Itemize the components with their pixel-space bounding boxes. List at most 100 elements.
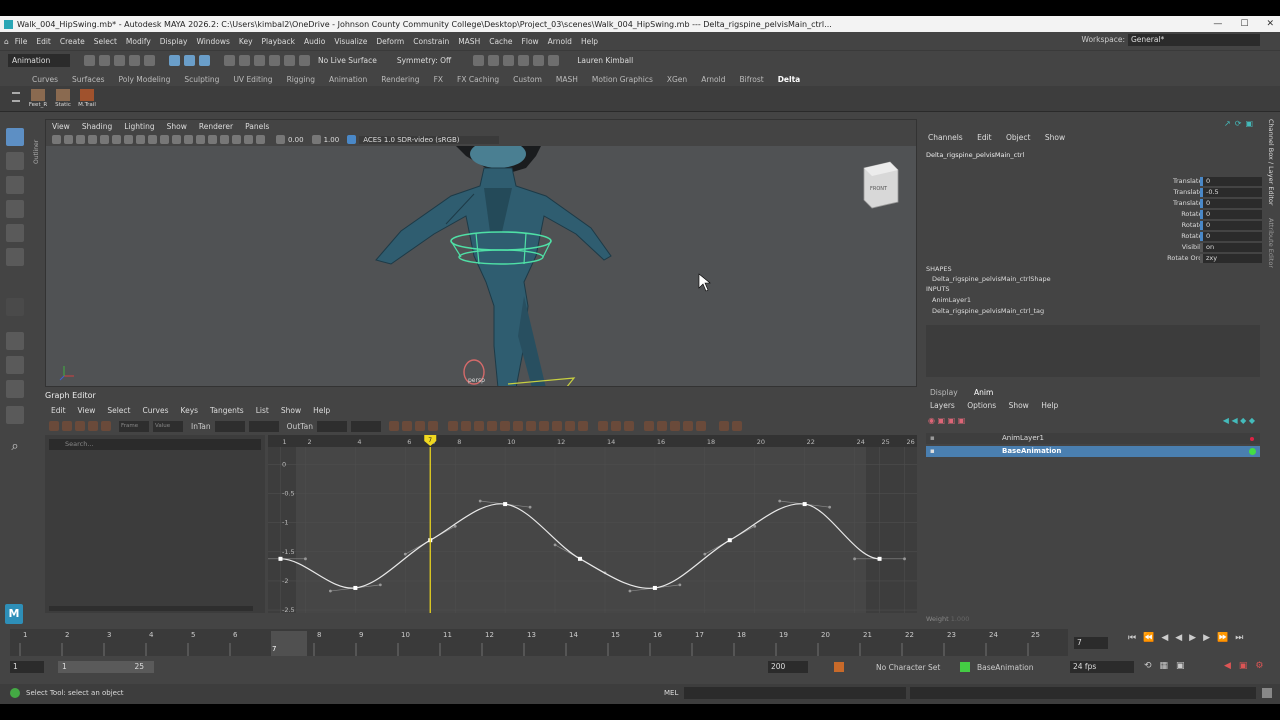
buffer-curve-icon[interactable] [597, 421, 608, 431]
select-by-object-icon[interactable] [184, 55, 195, 66]
keyframe[interactable] [727, 538, 732, 543]
shelf-tab-sculpting[interactable]: Sculpting [184, 75, 219, 84]
anim-layer-icon[interactable] [960, 662, 970, 672]
cycle-icon[interactable] [669, 421, 680, 431]
ge-menu-view[interactable]: View [78, 406, 96, 415]
step-forward-key-icon[interactable]: ⏩ [1217, 633, 1235, 643]
resolution-gate-icon[interactable] [124, 135, 133, 144]
snap-grid-icon[interactable] [224, 55, 235, 66]
input-node-animlayer[interactable]: AnimLayer1 [932, 296, 971, 304]
tangent-handle[interactable] [703, 552, 707, 556]
shelf-tab-delta[interactable]: Delta [778, 75, 801, 84]
shelf-button-feet[interactable]: Feet_R [28, 89, 48, 109]
shelf-tab-fx[interactable]: FX [434, 75, 443, 84]
vp-menu-renderer[interactable]: Renderer [199, 122, 233, 131]
menu-constrain[interactable]: Constrain [413, 37, 449, 46]
keyframe[interactable] [578, 556, 583, 561]
keyframe[interactable] [353, 585, 358, 590]
tangent-handle[interactable] [778, 499, 782, 503]
rotate-tool-icon[interactable] [6, 224, 24, 242]
outtan-field[interactable] [316, 420, 347, 432]
tangent-handle[interactable] [903, 557, 906, 561]
ge-menu-select[interactable]: Select [107, 406, 130, 415]
region-tool-icon[interactable] [88, 421, 98, 431]
outtan-weight-field[interactable] [350, 420, 381, 432]
menu-display[interactable]: Display [160, 37, 188, 46]
time-slider-track[interactable]: 1234567891011121314151617181920212223242… [10, 629, 1068, 656]
scene-end-field[interactable]: 200 [768, 661, 808, 673]
tangent-handle[interactable] [378, 583, 382, 587]
shelf-menu-icon[interactable] [12, 92, 20, 102]
move-tool-icon[interactable] [6, 200, 24, 218]
tab-attribute-editor[interactable]: Attribute Editor [1267, 218, 1275, 268]
go-to-end-icon[interactable]: ⏭ [1235, 633, 1250, 643]
menu-select[interactable]: Select [94, 37, 117, 46]
play-back-icon[interactable]: ◀ [1175, 633, 1189, 643]
shelf-tab-motion-graphics[interactable]: Motion Graphics [592, 75, 653, 84]
script-language[interactable]: MEL [664, 689, 678, 697]
camera-attributes-icon[interactable] [64, 135, 73, 144]
tangent-handle[interactable] [553, 543, 557, 547]
layer-row-animlayer1[interactable]: ▪ AnimLayer1 [926, 433, 1260, 444]
step-tangent-icon[interactable] [512, 421, 523, 431]
gamma-value[interactable]: 1.00 [324, 136, 340, 144]
graph-editor-outliner[interactable]: Search... [45, 435, 265, 613]
attr-translate-x[interactable]: Translate X0 [920, 177, 1265, 187]
script-editor-icon[interactable] [1262, 688, 1272, 698]
shelf-tab-uv-editing[interactable]: UV Editing [233, 75, 272, 84]
ge-menu-edit[interactable]: Edit [51, 406, 66, 415]
maya-logo-icon[interactable]: M [5, 604, 23, 624]
menu-modify[interactable]: Modify [126, 37, 151, 46]
le-menu-show[interactable]: Show [1009, 401, 1029, 410]
intan-weight-field[interactable] [248, 420, 279, 432]
tab-display[interactable]: Display [930, 388, 958, 397]
lock-tangent-weight-icon[interactable] [577, 421, 588, 431]
symmetry-dropdown[interactable]: Symmetry: Off [393, 54, 455, 67]
input-node-tag[interactable]: Delta_rigspine_pelvisMain_ctrl_tag [932, 307, 1044, 315]
tangent-handle[interactable] [403, 552, 407, 556]
xray-icon[interactable] [244, 135, 253, 144]
cb-menu-object[interactable]: Object [1006, 133, 1030, 142]
layer-row-baseanimation[interactable]: ▪ BaseAnimation [926, 446, 1260, 457]
save-scene-icon[interactable] [114, 55, 125, 66]
outliner-scrollbar[interactable] [49, 606, 253, 611]
layer-lock-icon[interactable]: ▪ [930, 433, 935, 444]
menu-flow[interactable]: Flow [522, 37, 539, 46]
tab-channel-box-layer-editor[interactable]: Channel Box / Layer Editor [1267, 119, 1275, 206]
le-menu-layers[interactable]: Layers [930, 401, 955, 410]
tangent-handle[interactable] [628, 589, 632, 593]
menu-arnold[interactable]: Arnold [548, 37, 572, 46]
select-by-hierarchy-icon[interactable] [169, 55, 180, 66]
shelf-tab-custom[interactable]: Custom [513, 75, 542, 84]
layer-status-dot[interactable] [1249, 448, 1256, 455]
keyframe[interactable] [503, 502, 508, 507]
layer-name[interactable]: AnimLayer1 [1002, 433, 1044, 444]
normalize-icon[interactable] [623, 421, 634, 431]
weight-field[interactable]: Weight 1.000 [926, 615, 969, 623]
break-tangents-icon[interactable] [538, 421, 549, 431]
textured-icon[interactable] [172, 135, 181, 144]
snap-view-icon[interactable] [269, 55, 280, 66]
anti-aliasing-icon[interactable] [220, 135, 229, 144]
range-slider-bar[interactable]: 1 25 [58, 661, 154, 673]
render-view-icon[interactable] [533, 55, 545, 66]
keyframe[interactable] [877, 556, 882, 561]
play-forward-icon[interactable]: ▶ [1189, 633, 1203, 643]
clamped-tangent-icon[interactable] [473, 421, 484, 431]
menu-help[interactable]: Help [581, 37, 598, 46]
linear-tangent-icon[interactable] [486, 421, 497, 431]
selected-object-name[interactable]: Delta_rigspine_pelvisMain_ctrl [926, 151, 1024, 159]
step-back-frame-icon[interactable]: ◀ [1161, 633, 1175, 643]
maximize-icon[interactable]: ☐ [1240, 19, 1248, 29]
spline-tangent-icon[interactable] [460, 421, 471, 431]
last-tool-icon[interactable] [6, 298, 24, 316]
undo-icon[interactable] [129, 55, 140, 66]
ge-menu-list[interactable]: List [256, 406, 269, 415]
minimize-icon[interactable]: — [1213, 19, 1222, 29]
lattice-deform-icon[interactable] [75, 421, 85, 431]
character-set-label[interactable]: No Character Set [876, 663, 940, 672]
menu-create[interactable]: Create [60, 37, 85, 46]
plateau-tangent-icon[interactable] [525, 421, 536, 431]
exposure-icon[interactable] [276, 135, 285, 144]
vp-menu-shading[interactable]: Shading [82, 122, 112, 131]
